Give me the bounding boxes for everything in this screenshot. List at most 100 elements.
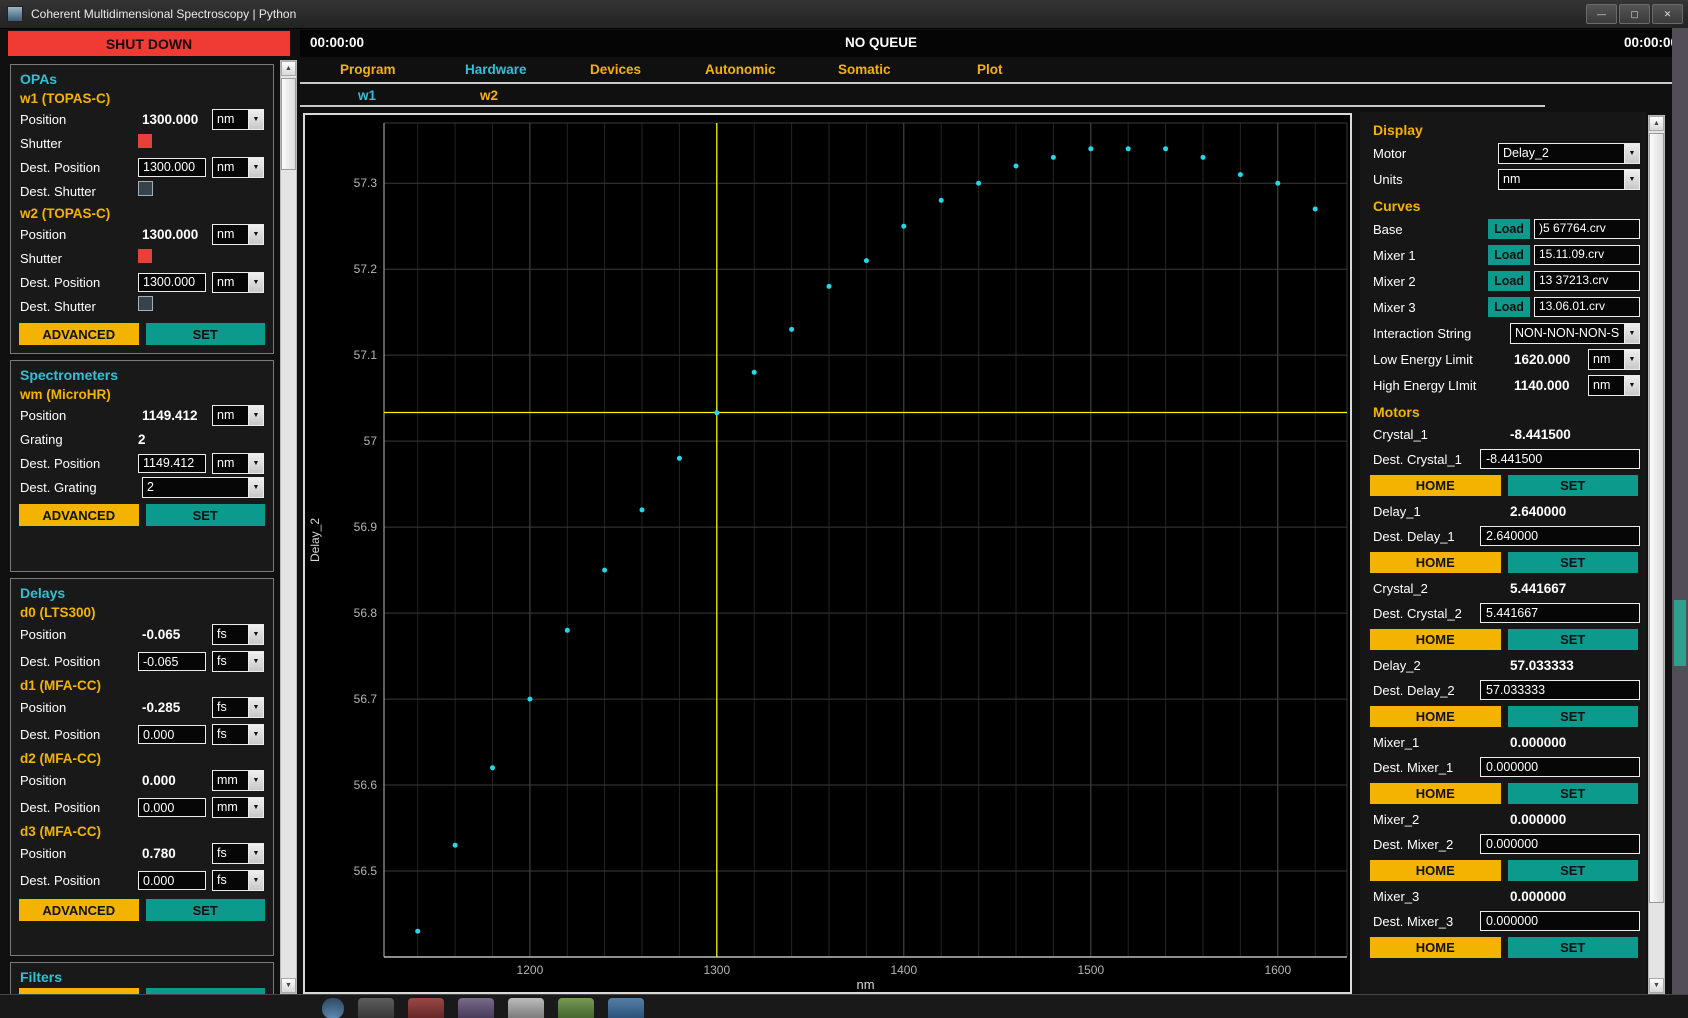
taskbar-icon[interactable] <box>358 998 394 1018</box>
d0-dest-position-input[interactable] <box>138 652 206 671</box>
d1-dest-position-input[interactable] <box>138 725 206 744</box>
chevron-down-icon[interactable]: ▼ <box>1624 350 1639 369</box>
motor-select[interactable]: Delay_2▼ <box>1498 143 1640 164</box>
chevron-down-icon[interactable]: ▼ <box>248 454 263 473</box>
chevron-down-icon[interactable]: ▼ <box>248 652 263 671</box>
tab-plot[interactable]: Plot <box>977 62 1003 77</box>
motor-0-dest-input[interactable] <box>1480 449 1640 469</box>
mixer2-load-button[interactable]: Load <box>1488 271 1530 291</box>
d3-dest-units-select[interactable]: fs▼ <box>212 870 264 891</box>
minimize-button[interactable]: — <box>1586 4 1617 24</box>
right-panel-scrollbar-thumb[interactable] <box>1649 133 1664 903</box>
motor-6-dest-input[interactable] <box>1480 911 1640 931</box>
motor-6-home-button[interactable]: HOME <box>1370 937 1501 958</box>
motor-5-home-button[interactable]: HOME <box>1370 860 1501 881</box>
d2-dest-units-select[interactable]: mm▼ <box>212 797 264 818</box>
w1-dest-shutter-checkbox[interactable] <box>138 181 153 196</box>
start-orb-icon[interactable] <box>322 998 344 1018</box>
d3-units-select[interactable]: fs▼ <box>212 843 264 864</box>
tab-hardware[interactable]: Hardware <box>465 62 527 77</box>
w2-units-select[interactable]: nm▼ <box>212 224 264 245</box>
delays-advanced-button[interactable]: ADVANCED <box>19 899 139 921</box>
scroll-up-icon[interactable]: ▲ <box>281 61 296 76</box>
d1-units-select[interactable]: fs▼ <box>212 697 264 718</box>
motor-2-home-button[interactable]: HOME <box>1370 629 1501 650</box>
motor-1-home-button[interactable]: HOME <box>1370 552 1501 573</box>
w2-dest-units-select[interactable]: nm▼ <box>212 272 264 293</box>
motor-5-set-button[interactable]: SET <box>1508 860 1639 881</box>
opas-set-button[interactable]: SET <box>146 323 266 345</box>
wm-dest-position-input[interactable] <box>138 454 206 473</box>
chevron-down-icon[interactable]: ▼ <box>248 158 263 177</box>
chevron-down-icon[interactable]: ▼ <box>248 698 263 717</box>
chevron-down-icon[interactable]: ▼ <box>248 273 263 292</box>
motor-1-dest-input[interactable] <box>1480 526 1640 546</box>
wm-dest-grating-select[interactable]: 2▼ <box>142 477 264 498</box>
tab-devices[interactable]: Devices <box>590 62 641 77</box>
taskbar-icon[interactable] <box>608 998 644 1018</box>
chevron-down-icon[interactable]: ▼ <box>248 110 263 129</box>
chevron-down-icon[interactable]: ▼ <box>248 771 263 790</box>
chevron-down-icon[interactable]: ▼ <box>1624 170 1639 189</box>
chevron-down-icon[interactable]: ▼ <box>248 844 263 863</box>
w2-dest-shutter-checkbox[interactable] <box>138 296 153 311</box>
mixer1-curve-file[interactable]: 15.11.09.crv <box>1534 245 1640 265</box>
scroll-down-icon[interactable]: ▼ <box>1649 978 1664 993</box>
spectrometers-advanced-button[interactable]: ADVANCED <box>19 504 139 526</box>
w1-dest-position-input[interactable] <box>138 158 206 177</box>
d0-dest-units-select[interactable]: fs▼ <box>212 651 264 672</box>
mixer1-load-button[interactable]: Load <box>1488 245 1530 265</box>
base-load-button[interactable]: Load <box>1488 219 1530 239</box>
d1-dest-units-select[interactable]: fs▼ <box>212 724 264 745</box>
chevron-down-icon[interactable]: ▼ <box>1624 144 1639 163</box>
motor-5-dest-input[interactable] <box>1480 834 1640 854</box>
chevron-down-icon[interactable]: ▼ <box>248 725 263 744</box>
chevron-down-icon[interactable]: ▼ <box>1624 324 1639 343</box>
motor-6-set-button[interactable]: SET <box>1508 937 1639 958</box>
units-select[interactable]: nm▼ <box>1498 169 1640 190</box>
sidebar-scrollbar[interactable]: ▲ ▼ <box>280 60 297 994</box>
interaction-string-select[interactable]: NON-NON-NON-S▼ <box>1510 323 1640 344</box>
motor-0-set-button[interactable]: SET <box>1508 475 1639 496</box>
w1-units-select[interactable]: nm▼ <box>212 109 264 130</box>
wm-units-select[interactable]: nm▼ <box>212 405 264 426</box>
motor-4-dest-input[interactable] <box>1480 757 1640 777</box>
chevron-down-icon[interactable]: ▼ <box>248 625 263 644</box>
chevron-down-icon[interactable]: ▼ <box>248 871 263 890</box>
tab-program[interactable]: Program <box>340 62 396 77</box>
motor-3-home-button[interactable]: HOME <box>1370 706 1501 727</box>
window-edge-scrollbar-thumb[interactable] <box>1674 600 1686 666</box>
window-edge-scrollbar[interactable] <box>1672 28 1688 994</box>
w2-dest-position-input[interactable] <box>138 273 206 292</box>
scroll-up-icon[interactable]: ▲ <box>1649 116 1664 131</box>
taskbar-icon[interactable] <box>508 998 544 1018</box>
low-energy-units-select[interactable]: nm▼ <box>1588 349 1640 370</box>
close-button[interactable]: ✕ <box>1652 4 1683 24</box>
chevron-down-icon[interactable]: ▼ <box>248 798 263 817</box>
chevron-down-icon[interactable]: ▼ <box>248 478 263 497</box>
taskbar-icon[interactable] <box>458 998 494 1018</box>
d2-dest-position-input[interactable] <box>138 798 206 817</box>
scroll-down-icon[interactable]: ▼ <box>281 978 296 993</box>
d0-units-select[interactable]: fs▼ <box>212 624 264 645</box>
motor-4-set-button[interactable]: SET <box>1508 783 1639 804</box>
chevron-down-icon[interactable]: ▼ <box>1624 376 1639 395</box>
tuning-curve-plot[interactable]: 1200130014001500160056.556.656.756.856.9… <box>303 113 1352 994</box>
motor-4-home-button[interactable]: HOME <box>1370 783 1501 804</box>
scatter-plot-canvas[interactable]: 1200130014001500160056.556.656.756.856.9… <box>305 115 1350 992</box>
high-energy-units-select[interactable]: nm▼ <box>1588 375 1640 396</box>
opas-advanced-button[interactable]: ADVANCED <box>19 323 139 345</box>
tab-somatic[interactable]: Somatic <box>838 62 891 77</box>
spectrometers-set-button[interactable]: SET <box>146 504 266 526</box>
d2-units-select[interactable]: mm▼ <box>212 770 264 791</box>
motor-2-dest-input[interactable] <box>1480 603 1640 623</box>
motor-2-set-button[interactable]: SET <box>1508 629 1639 650</box>
subtab-w2[interactable]: w2 <box>480 88 498 103</box>
sidebar-scrollbar-thumb[interactable] <box>281 78 296 170</box>
subtab-w1[interactable]: w1 <box>358 88 376 103</box>
base-curve-file[interactable]: )5 67764.crv <box>1534 219 1640 239</box>
chevron-down-icon[interactable]: ▼ <box>248 225 263 244</box>
delays-set-button[interactable]: SET <box>146 899 266 921</box>
mixer2-curve-file[interactable]: 13 37213.crv <box>1534 271 1640 291</box>
motor-3-set-button[interactable]: SET <box>1508 706 1639 727</box>
